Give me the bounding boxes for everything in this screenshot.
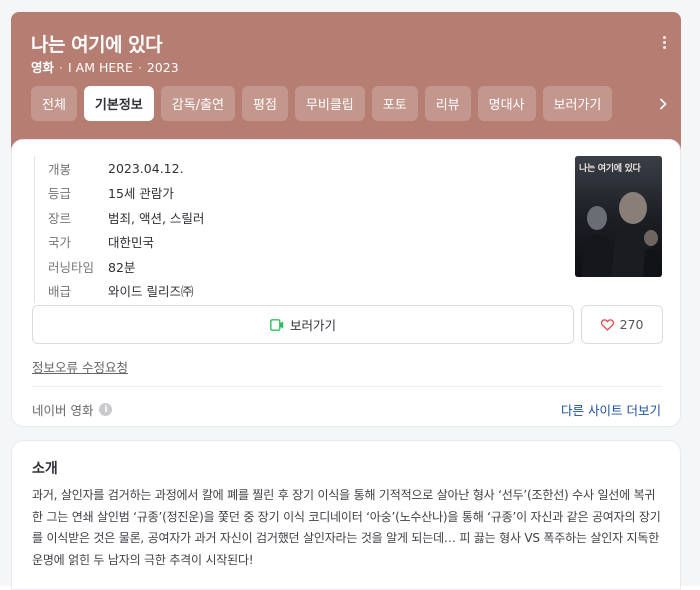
- info-row-genre: 장르 범죄, 액션, 스릴러: [48, 205, 204, 230]
- info-value: 82분: [108, 259, 136, 275]
- basic-info-card: 개봉 2023.04.12. 등급 15세 관람가 장르 범죄, 액션, 스릴러…: [11, 139, 681, 427]
- info-list: 개봉 2023.04.12. 등급 15세 관람가 장르 범죄, 액션, 스릴러…: [34, 156, 204, 303]
- synopsis-card: 소개 과거, 살인자를 검거하는 과정에서 칼에 폐를 찔린 후 장기 이식을 …: [11, 440, 681, 590]
- synopsis-text: 과거, 살인자를 검거하는 과정에서 칼에 폐를 찔린 후 장기 이식을 통해 …: [32, 488, 661, 567]
- page-title: 나는 여기에 있다: [31, 34, 163, 56]
- tab-director-cast[interactable]: 감독/출연: [160, 86, 235, 121]
- tab-photo[interactable]: 포토: [371, 86, 418, 121]
- info-row-distributor: 배급 와이드 릴리즈㈜: [48, 279, 204, 304]
- info-value: 범죄, 액션, 스릴러: [108, 210, 205, 226]
- source-label: 네이버 영화 i: [32, 400, 113, 419]
- chevron-right-icon[interactable]: [655, 95, 671, 113]
- info-value: 대한민국: [108, 235, 155, 251]
- tab-rating[interactable]: 평점: [242, 86, 288, 121]
- info-row-release: 개봉 2023.04.12.: [48, 156, 204, 181]
- movie-poster[interactable]: 나는 여기에 있다: [575, 156, 662, 277]
- other-sites-link[interactable]: 다른 사이트 더보기: [561, 400, 661, 419]
- tab-all[interactable]: 전체: [31, 86, 77, 121]
- info-key: 러닝타임: [48, 259, 95, 275]
- like-button[interactable]: 270: [581, 305, 663, 344]
- source-name: 네이버 영화: [32, 403, 94, 418]
- tab-basic-info[interactable]: 기본정보: [83, 86, 154, 121]
- poster-title: 나는 여기에 있다: [579, 164, 641, 174]
- tab-review[interactable]: 리뷰: [424, 86, 471, 121]
- info-icon[interactable]: i: [99, 403, 113, 416]
- page-background: 나는 여기에 있다 영화 · I AM HERE · 2023 전체 기본정보 감독/출…: [0, 0, 700, 590]
- info-row-rating: 등급 15세 관람가: [48, 181, 204, 206]
- report-error-link[interactable]: 정보오류 수정요청: [32, 357, 128, 376]
- info-value: 2023.04.12.: [108, 160, 184, 176]
- more-vertical-icon[interactable]: [663, 36, 667, 50]
- info-key: 등급: [48, 186, 72, 202]
- divider: [32, 386, 662, 387]
- tab-quotes[interactable]: 명대사: [477, 86, 536, 121]
- info-row-runtime: 러닝타임 82분: [48, 254, 204, 279]
- info-value: 와이드 릴리즈㈜: [108, 284, 194, 300]
- synopsis-title: 소개: [32, 461, 58, 477]
- original-title: I AM HERE: [68, 60, 133, 75]
- tab-watch[interactable]: 보러가기: [542, 86, 613, 121]
- info-value: 15세 관람가: [108, 186, 174, 202]
- info-row-country: 국가 대한민국: [48, 230, 204, 255]
- info-key: 국가: [48, 235, 72, 251]
- year-label: 2023: [146, 60, 179, 75]
- info-key: 배급: [48, 284, 72, 300]
- subtitle: 영화 · I AM HERE · 2023: [31, 60, 179, 75]
- watch-button[interactable]: 보러가기: [32, 305, 574, 344]
- info-key: 개봉: [48, 161, 72, 177]
- like-count: 270: [619, 317, 644, 332]
- tab-bar: 전체 기본정보 감독/출연 평점 무비클립 포토 리뷰 명대사 보러가기: [31, 86, 613, 122]
- heart-icon: [600, 318, 614, 331]
- info-key: 장르: [48, 210, 72, 226]
- watch-label: 보러가기: [289, 318, 336, 333]
- tab-movie-clip[interactable]: 무비클립: [294, 86, 365, 121]
- play-screen-icon: [270, 318, 284, 331]
- category-label: 영화: [31, 60, 55, 75]
